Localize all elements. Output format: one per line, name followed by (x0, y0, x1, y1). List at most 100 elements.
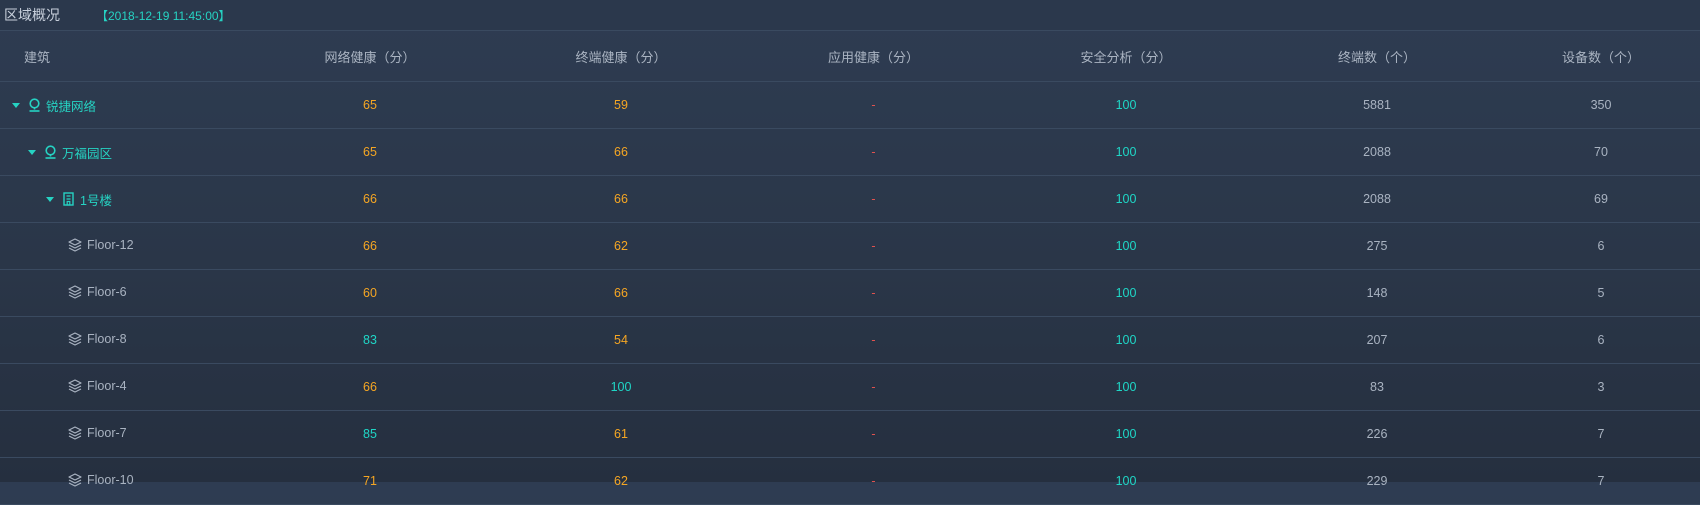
layers-icon (68, 331, 82, 346)
building-name: Floor-4 (87, 378, 127, 393)
app-health-value: - (747, 410, 1000, 458)
security-value: 100 (1000, 316, 1252, 364)
table-row[interactable]: 锐捷网络 65 59-100 5881 350 (0, 81, 1700, 129)
device-count-value: 3 (1502, 363, 1700, 411)
network-health-value: 71 (245, 457, 495, 505)
building-name-cell[interactable]: Floor-8 (0, 316, 245, 364)
app-health-value: - (747, 269, 1000, 317)
building-name: Floor-7 (87, 425, 127, 440)
building-name-cell[interactable]: Floor-6 (0, 269, 245, 317)
terminal-count-value: 226 (1252, 410, 1502, 458)
terminal-health-value: 62 (495, 222, 747, 270)
layers-icon (68, 472, 82, 487)
column-header-terminal-count[interactable]: 终端数（个） (1252, 31, 1502, 82)
building-name: Floor-6 (87, 284, 127, 299)
overview-table: 建筑 网络健康（分） 终端健康（分） 应用健康（分） 安全分析（分） 终端数（个… (0, 31, 1700, 505)
security-value: 100 (1000, 410, 1252, 458)
device-count-value: 7 (1502, 457, 1700, 505)
expand-toggle-icon[interactable] (12, 102, 20, 108)
terminal-count-value: 2088 (1252, 175, 1502, 223)
device-count-value: 70 (1502, 128, 1700, 176)
building-name-cell[interactable]: Floor-10 (0, 457, 245, 505)
column-header-terminal-health[interactable]: 终端健康（分） (495, 31, 747, 82)
network-health-value: 66 (245, 222, 495, 270)
building-name: Floor-12 (87, 237, 134, 252)
terminal-health-value: 61 (495, 410, 747, 458)
terminal-health-value: 59 (495, 81, 747, 129)
device-count-value: 350 (1502, 81, 1700, 129)
table-header-row: 建筑 网络健康（分） 终端健康（分） 应用健康（分） 安全分析（分） 终端数（个… (0, 31, 1700, 82)
table-row[interactable]: Floor-7 85 61-100 226 7 (0, 410, 1700, 458)
terminal-count-value: 148 (1252, 269, 1502, 317)
building-name: 万福园区 (62, 146, 113, 161)
expand-toggle-icon[interactable] (46, 196, 54, 202)
column-header-device-count[interactable]: 设备数（个） (1502, 31, 1700, 82)
network-health-value: 85 (245, 410, 495, 458)
terminal-count-value: 83 (1252, 363, 1502, 411)
page-title: 区域概况 (4, 7, 60, 23)
layers-icon (68, 425, 82, 440)
table-row[interactable]: Floor-12 66 62-100 275 6 (0, 222, 1700, 270)
terminal-health-value: 66 (495, 175, 747, 223)
app-health-value: - (747, 175, 1000, 223)
terminal-count-value: 5881 (1252, 81, 1502, 129)
building-name-cell[interactable]: Floor-12 (0, 222, 245, 270)
device-count-value: 6 (1502, 222, 1700, 270)
app-health-value: - (747, 363, 1000, 411)
network-health-value: 66 (245, 363, 495, 411)
table-row[interactable]: 1号楼 66 66-100 2088 69 (0, 175, 1700, 223)
table-row[interactable]: Floor-10 71 62-100 229 7 (0, 457, 1700, 505)
building-name-cell[interactable]: Floor-4 (0, 363, 245, 411)
column-header-app-health[interactable]: 应用健康（分） (747, 31, 1000, 82)
top-bar: 区域概况 【2018-12-19 11:45:00】 (0, 0, 1700, 31)
network-health-value: 65 (245, 81, 495, 129)
terminal-count-value: 207 (1252, 316, 1502, 364)
network-health-value: 83 (245, 316, 495, 364)
security-value: 100 (1000, 457, 1252, 505)
table-row[interactable]: Floor-6 60 66-100 148 5 (0, 269, 1700, 317)
building-name-cell[interactable]: 万福园区 (0, 128, 245, 176)
security-value: 100 (1000, 269, 1252, 317)
building-name: 锐捷网络 (46, 99, 97, 114)
device-count-value: 6 (1502, 316, 1700, 364)
app-health-value: - (747, 128, 1000, 176)
column-header-network-health[interactable]: 网络健康（分） (245, 31, 495, 82)
terminal-health-value: 54 (495, 316, 747, 364)
location-pin-icon (44, 145, 57, 159)
column-header-security[interactable]: 安全分析（分） (1000, 31, 1252, 82)
terminal-count-value: 229 (1252, 457, 1502, 505)
terminal-health-value: 66 (495, 269, 747, 317)
layers-icon (68, 378, 82, 393)
security-value: 100 (1000, 222, 1252, 270)
column-header-building[interactable]: 建筑 (0, 31, 245, 82)
network-health-value: 60 (245, 269, 495, 317)
terminal-count-value: 275 (1252, 222, 1502, 270)
device-count-value: 5 (1502, 269, 1700, 317)
table-row[interactable]: Floor-4 66 100-100 83 3 (0, 363, 1700, 411)
building-name-cell[interactable]: Floor-7 (0, 410, 245, 458)
building-name-cell[interactable]: 锐捷网络 (0, 81, 245, 129)
expand-toggle-icon[interactable] (28, 149, 36, 155)
terminal-health-value: 62 (495, 457, 747, 505)
security-value: 100 (1000, 81, 1252, 129)
security-value: 100 (1000, 175, 1252, 223)
network-health-value: 66 (245, 175, 495, 223)
building-name: Floor-10 (87, 472, 134, 487)
table-row[interactable]: Floor-8 83 54-100 207 6 (0, 316, 1700, 364)
table-row[interactable]: 万福园区 65 66-100 2088 70 (0, 128, 1700, 176)
device-count-value: 7 (1502, 410, 1700, 458)
security-value: 100 (1000, 128, 1252, 176)
app-health-value: - (747, 81, 1000, 129)
terminal-health-value: 100 (495, 363, 747, 411)
layers-icon (68, 237, 82, 252)
security-value: 100 (1000, 363, 1252, 411)
building-name: 1号楼 (80, 193, 112, 208)
terminal-health-value: 66 (495, 128, 747, 176)
timestamp: 【2018-12-19 11:45:00】 (96, 8, 231, 23)
building-name-cell[interactable]: 1号楼 (0, 175, 245, 223)
app-health-value: - (747, 222, 1000, 270)
building-name: Floor-8 (87, 331, 127, 346)
terminal-count-value: 2088 (1252, 128, 1502, 176)
building-icon (62, 192, 75, 206)
app-health-value: - (747, 457, 1000, 505)
